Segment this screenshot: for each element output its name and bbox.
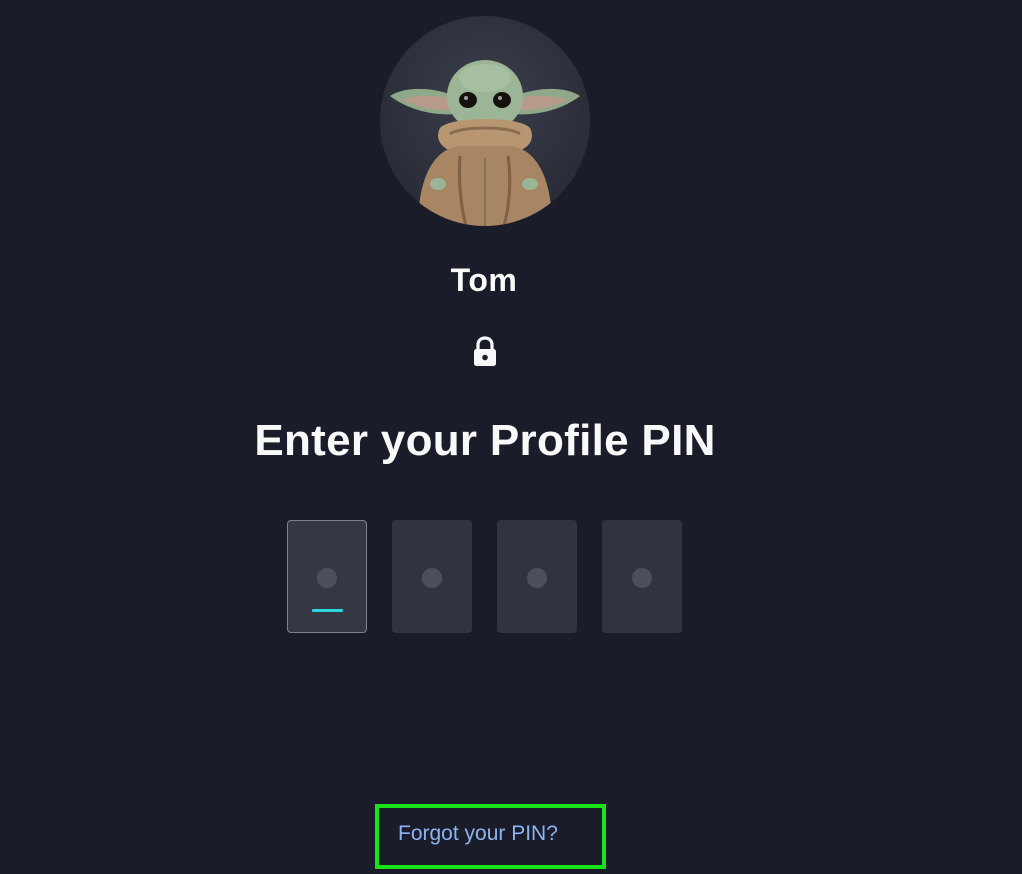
pin-digit-3[interactable] [497, 520, 577, 633]
forgot-pin-link[interactable]: Forgot your PIN? [398, 822, 558, 846]
pin-digit-4[interactable] [602, 520, 682, 633]
profile-name: Tom [450, 262, 518, 298]
grogu-avatar-image [390, 60, 580, 226]
forgot-pin-highlight: Forgot your PIN? [375, 804, 606, 869]
pin-cursor [312, 609, 343, 612]
lock-icon [474, 336, 496, 366]
pin-placeholder-dot [527, 568, 547, 588]
pin-placeholder-dot [422, 568, 442, 588]
pin-heading: Enter your Profile PIN [254, 416, 716, 465]
pin-placeholder-dot [632, 568, 652, 588]
pin-digit-2[interactable] [392, 520, 472, 633]
profile-avatar [380, 16, 590, 226]
pin-digit-1[interactable] [287, 520, 367, 633]
pin-placeholder-dot [317, 568, 337, 588]
